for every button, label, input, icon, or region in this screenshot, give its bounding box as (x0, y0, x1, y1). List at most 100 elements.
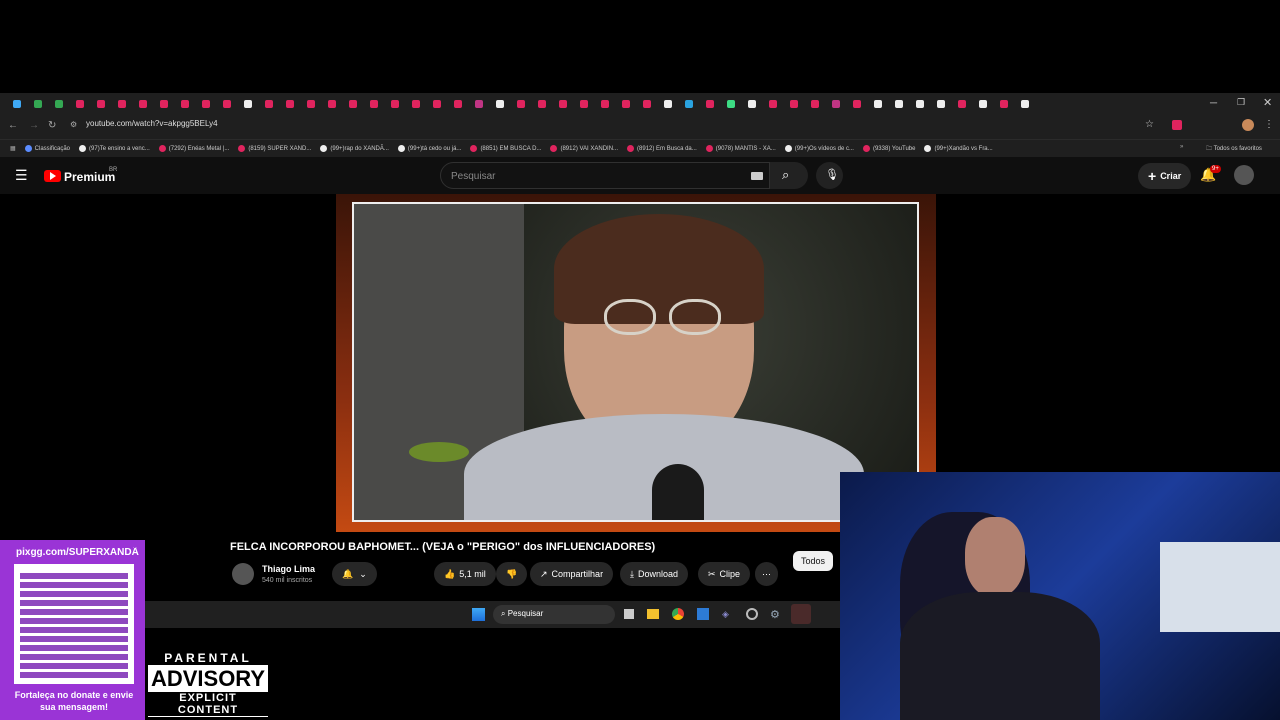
tab-favicon-icon[interactable] (978, 100, 987, 108)
extension-icon[interactable] (1172, 120, 1182, 130)
keyboard-icon[interactable] (751, 172, 763, 180)
task-view-icon[interactable] (624, 609, 634, 619)
subscribed-bell-button[interactable]: 🔔 ⌄ (332, 562, 377, 586)
reload-icon[interactable]: ↻ (48, 120, 56, 131)
tab-favicon-icon[interactable] (390, 100, 399, 108)
bookmark-item[interactable]: (99+)rap do XANDÃ... (320, 145, 389, 152)
bookmark-item[interactable]: (8912) Em Busca da... (627, 145, 697, 152)
tab-favicon-icon[interactable] (495, 100, 504, 108)
tab-favicon-icon[interactable] (201, 100, 210, 108)
tab-favicon-icon[interactable] (159, 100, 168, 108)
url-field[interactable]: youtube.com/watch?v=akpgg5BELy4 (86, 119, 218, 128)
bookmark-item[interactable]: Classificação (24, 145, 70, 152)
tab-favicon-icon[interactable] (915, 100, 924, 108)
tab-favicon-icon[interactable] (96, 100, 105, 108)
tab-favicon-icon[interactable] (600, 100, 609, 108)
tab-favicon-icon[interactable] (348, 100, 357, 108)
tab-favicon-icon[interactable] (264, 100, 273, 108)
steam-icon[interactable] (791, 604, 811, 624)
tab-favicon-icon[interactable] (54, 100, 63, 108)
bookmark-item[interactable]: (8159) SUPER XAND... (238, 145, 311, 152)
chrome-icon[interactable] (672, 608, 684, 620)
video-player[interactable] (352, 202, 919, 522)
bookmark-item[interactable]: (97)Te ensino a venc... (79, 145, 150, 152)
channel-avatar[interactable] (232, 563, 254, 585)
tab-favicon-icon[interactable] (621, 100, 630, 108)
tab-favicon-icon[interactable] (75, 100, 84, 108)
settings-icon[interactable]: ⚙ (770, 608, 780, 621)
tab-favicon-icon[interactable] (537, 100, 546, 108)
filter-chip-all[interactable]: Todos (793, 551, 834, 571)
youtube-logo-text[interactable]: Premium (64, 170, 115, 184)
bookmark-item[interactable]: (99+)tá cedo ou já... (397, 145, 461, 152)
create-button[interactable]: + Criar (1138, 163, 1192, 189)
tab-favicon-icon[interactable] (789, 100, 798, 108)
tab-favicon-icon[interactable] (873, 100, 882, 108)
share-button[interactable]: ↗ Compartilhar (530, 562, 614, 586)
taskbar-search[interactable]: ⌕ Pesquisar (493, 605, 615, 624)
mic-button[interactable]: 🎙 (816, 162, 843, 189)
tab-favicon-icon[interactable] (243, 100, 252, 108)
tab-favicon-icon[interactable] (957, 100, 966, 108)
bookmark-item[interactable]: (99+)Os vídeos de c... (784, 145, 854, 152)
restore-icon[interactable]: ❐ (1237, 97, 1245, 108)
tab-favicon-icon[interactable] (432, 100, 441, 108)
hamburger-menu-icon[interactable]: ☰ (15, 167, 28, 184)
forward-icon[interactable]: → (29, 120, 39, 131)
menu-icon[interactable]: ⋮ (1264, 119, 1274, 130)
tab-favicon-icon[interactable] (579, 100, 588, 108)
tab-favicon-icon[interactable] (117, 100, 126, 108)
bookmark-item[interactable]: (7292) Enéas Metal |... (158, 145, 229, 152)
profile-avatar[interactable] (1242, 119, 1254, 131)
network-app-icon[interactable]: ◈ (722, 609, 729, 620)
bookmark-item[interactable]: (9338) YouTube (862, 145, 915, 152)
tab-favicon-icon[interactable] (327, 100, 336, 108)
tab-favicon-icon[interactable] (747, 100, 756, 108)
tab-favicon-icon[interactable] (222, 100, 231, 108)
tab-favicon-icon[interactable] (369, 100, 378, 108)
close-icon[interactable]: ✕ (1263, 96, 1272, 109)
bookmark-item[interactable]: (99+)Xandão vs Fra... (924, 145, 993, 152)
user-avatar[interactable] (1234, 165, 1254, 185)
tab-favicon-icon[interactable] (33, 100, 42, 108)
bookmark-item[interactable]: (9078) MANTIS - XA... (705, 145, 776, 152)
tab-favicon-icon[interactable] (411, 100, 420, 108)
bookmark-star-icon[interactable]: ☆ (1145, 119, 1154, 130)
tab-favicon-icon[interactable] (474, 100, 483, 108)
file-explorer-icon[interactable] (647, 609, 659, 619)
app-icon[interactable] (697, 608, 709, 620)
tab-favicon-icon[interactable] (768, 100, 777, 108)
tab-favicon-icon[interactable] (12, 100, 21, 108)
tab-favicon-icon[interactable] (285, 100, 294, 108)
tab-favicon-icon[interactable] (138, 100, 147, 108)
clip-button[interactable]: ✂ Clipe (698, 562, 751, 586)
tab-favicon-icon[interactable] (663, 100, 672, 108)
all-favorites[interactable]: 🗀 Todos os favoritos (1206, 144, 1262, 154)
tab-favicon-icon[interactable] (705, 100, 714, 108)
channel-name[interactable]: Thiago Lima (262, 564, 315, 574)
bookmark-item[interactable]: (8912) VAI XANDIN... (550, 145, 618, 152)
tab-favicon-icon[interactable] (999, 100, 1008, 108)
bookmark-item[interactable]: (8851) EM BUSCA D... (470, 145, 541, 152)
more-actions-button[interactable]: ⋯ (755, 562, 778, 586)
tab-favicon-icon[interactable] (306, 100, 315, 108)
tab-favicon-icon[interactable] (642, 100, 651, 108)
download-button[interactable]: ⤓ Download (620, 562, 689, 586)
tab-favicon-icon[interactable] (894, 100, 903, 108)
tab-favicon-icon[interactable] (831, 100, 840, 108)
obs-icon[interactable] (746, 608, 758, 620)
back-icon[interactable]: ← (8, 120, 18, 131)
tab-favicon-icon[interactable] (726, 100, 735, 108)
tab-favicon-icon[interactable] (936, 100, 945, 108)
tab-favicon-icon[interactable] (558, 100, 567, 108)
tab-favicon-icon[interactable] (1020, 100, 1029, 108)
more-bookmarks-icon[interactable]: » (1180, 144, 1183, 150)
search-input[interactable]: Pesquisar (440, 162, 770, 189)
like-button[interactable]: 👍 5,1 mil (434, 562, 496, 586)
search-button[interactable]: ⌕ (770, 162, 808, 189)
tab-favicon-icon[interactable] (516, 100, 525, 108)
tab-favicon-icon[interactable] (684, 100, 693, 108)
tab-favicon-icon[interactable] (180, 100, 189, 108)
tab-favicon-icon[interactable] (453, 100, 462, 108)
tab-favicon-icon[interactable] (810, 100, 819, 108)
